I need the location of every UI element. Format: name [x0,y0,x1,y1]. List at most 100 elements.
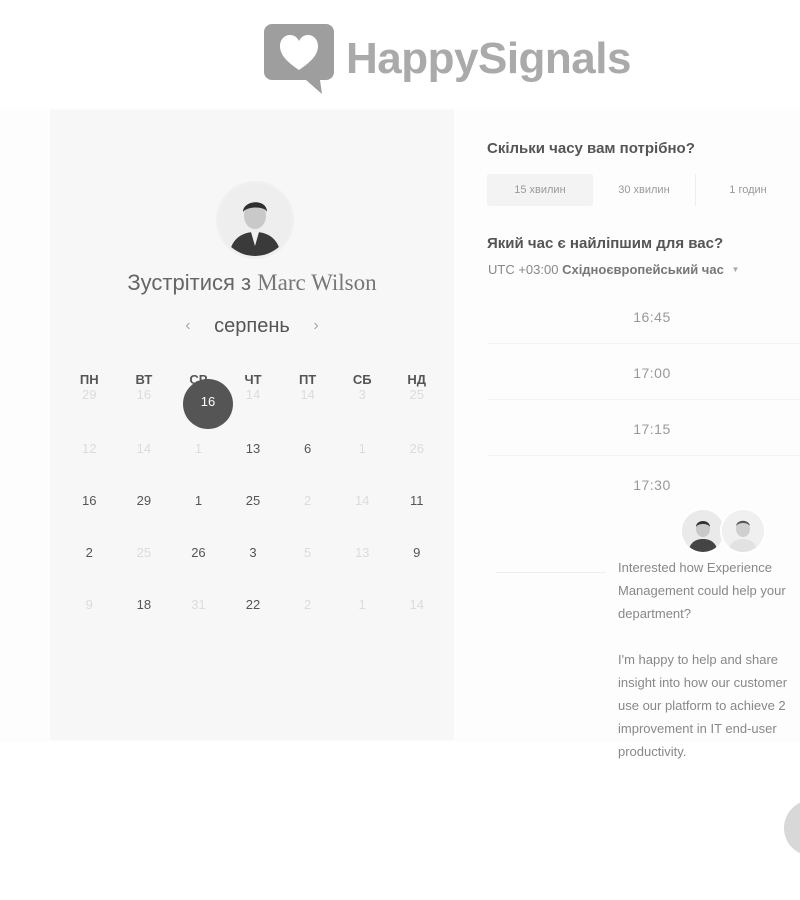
chat-launcher-button[interactable] [784,800,800,856]
time-slot[interactable]: 17:15 [487,403,800,456]
chat-paragraph: I'm happy to help and share insight into… [618,652,788,759]
calendar-day: 25 [117,543,172,595]
selected-day[interactable]: 16 [183,379,233,429]
caret-down-icon: ▼ [731,265,740,274]
calendar-day[interactable]: 18 [117,595,172,647]
calendar-day-label: 14 [245,387,261,402]
brand-name: HappySignals [346,34,631,83]
calendar-day[interactable]: 16 [62,491,117,543]
calendar-day: 14 [226,387,281,439]
duration-15[interactable]: 15 хвилин [487,174,593,206]
calendar-day-label: 16 [136,387,152,402]
calendar-week-row: 29 16 14 14 3 25 [62,387,444,439]
calendar-day-label: 1 [194,441,203,456]
month-label: серпень [214,315,290,337]
calendar-day[interactable]: 26 [171,543,226,595]
calendar-day-label: 25 [409,387,424,402]
calendar-week-row: 12 14 1 13 6 1 26 [62,439,444,491]
time-slot[interactable]: 17:00 [487,347,800,400]
calendar-day[interactable]: 1 [171,491,226,543]
calendar-day-label: 13 [245,441,261,456]
calendar-day[interactable]: 11 [389,491,444,543]
calendar-day: 2 [280,491,335,543]
calendar-day[interactable]: 22 [226,595,281,647]
calendar-day-label: 1 [358,597,366,612]
calendar-day: 3 [335,387,390,439]
divider [496,572,606,573]
calendar-day: 9 [62,595,117,647]
calendar-day[interactable]: 3 [226,543,281,595]
duration-30[interactable]: 30 хвилин [593,174,695,206]
weekday-thu: ЧТ [244,372,262,387]
calendar-day-label: 1 [194,493,203,508]
calendar-day: 12 [62,439,117,491]
calendar-day[interactable]: 9 [389,543,444,595]
person-icon [682,510,724,552]
calendar-day[interactable]: 6 [280,439,335,491]
calendar-day-label: 14 [409,597,424,612]
calendar-day-label: 1 [358,441,366,456]
time-slot[interactable]: 16:45 [487,291,800,344]
weekday-tue: ВТ [135,372,153,387]
calendar-day-label: 12 [82,441,97,456]
agent-avatar-2 [720,508,766,554]
calendar-day-label: 25 [136,545,152,560]
host-avatar [216,181,294,259]
calendar-day-label: 3 [249,545,257,560]
meet-title: Зустрітися з Marc Wilson [50,270,454,296]
calendar-day: 1 [171,439,226,491]
calendar-day[interactable]: 2 [62,543,117,595]
calendar-day: 29 [62,387,117,439]
calendar-day: 16 [117,387,172,439]
calendar-day-label: 14 [300,387,315,402]
brand-logo: HappySignals [262,20,652,96]
calendar-day: 14 [280,387,335,439]
chat-message: Interested how Experience Management cou… [618,556,800,786]
duration-60[interactable]: 1 годин [695,174,800,206]
calendar-day-label: 14 [136,441,152,456]
calendar-day-label: 18 [136,597,152,612]
duration-options: 15 хвилин 30 хвилин 1 годин [487,174,800,206]
calendar-day-label: 26 [191,545,206,560]
calendar-day: 31 [171,595,226,647]
person-icon [722,510,764,552]
weekday-sat: СБ [352,372,372,387]
meet-prefix: Зустрітися з [127,270,252,295]
calendar-day: 14 [335,491,390,543]
calendar-day-label: 16 [82,493,97,508]
calendar-day-label: 14 [354,493,370,508]
prev-month-icon[interactable]: ‹ [167,317,208,335]
calendar-week-row: 16 29 1 25 2 14 11 [62,491,444,543]
heart-bubble-icon [264,24,334,94]
calendar-day[interactable]: 13 [226,439,281,491]
month-navigator: ‹ серпень › [50,315,454,338]
calendar-day: 14 [389,595,444,647]
calendar-days: 16 29 16 14 14 3 25 12 14 1 13 6 1 26 16 29 1 25 2 14 11 2 25… [62,379,444,647]
calendar-day-label: 5 [303,545,312,560]
time-question: Який час є найліпшим для вас? [487,235,724,252]
weekday-fri: ПТ [298,372,317,387]
calendar-day-label: 6 [303,441,312,456]
chat-popup: Interested how Experience Management cou… [602,508,800,788]
next-month-icon[interactable]: › [295,317,336,335]
weekday-sun: НД [407,372,427,387]
calendar-day[interactable]: 29 [117,491,172,543]
calendar-day-label: 11 [410,493,424,508]
calendar-day[interactable]: 25 [226,491,281,543]
person-icon [219,184,291,256]
time-slot[interactable]: 17:30 [487,459,800,511]
calendar-day-label: 2 [85,545,93,560]
timezone-offset: UTC +03:00 [488,262,559,277]
host-name: Marc Wilson [257,270,377,295]
calendar-week-row: 9 18 31 22 2 1 14 [62,595,444,647]
calendar-day-label: 9 [413,545,421,560]
calendar-day: 26 [389,439,444,491]
calendar-day-label: 22 [245,597,261,612]
calendar-day-label: 3 [358,387,366,402]
calendar-day: 5 [280,543,335,595]
timezone-select[interactable]: UTC +03:00 Східноєвропейський час ▼ [488,262,739,277]
calendar-day-label: 29 [136,493,152,508]
calendar-card: Зустрітися з Marc Wilson ‹ серпень › ПН … [50,110,454,740]
calendar-day-label: 9 [85,597,93,612]
calendar-day-label: 25 [245,493,261,508]
